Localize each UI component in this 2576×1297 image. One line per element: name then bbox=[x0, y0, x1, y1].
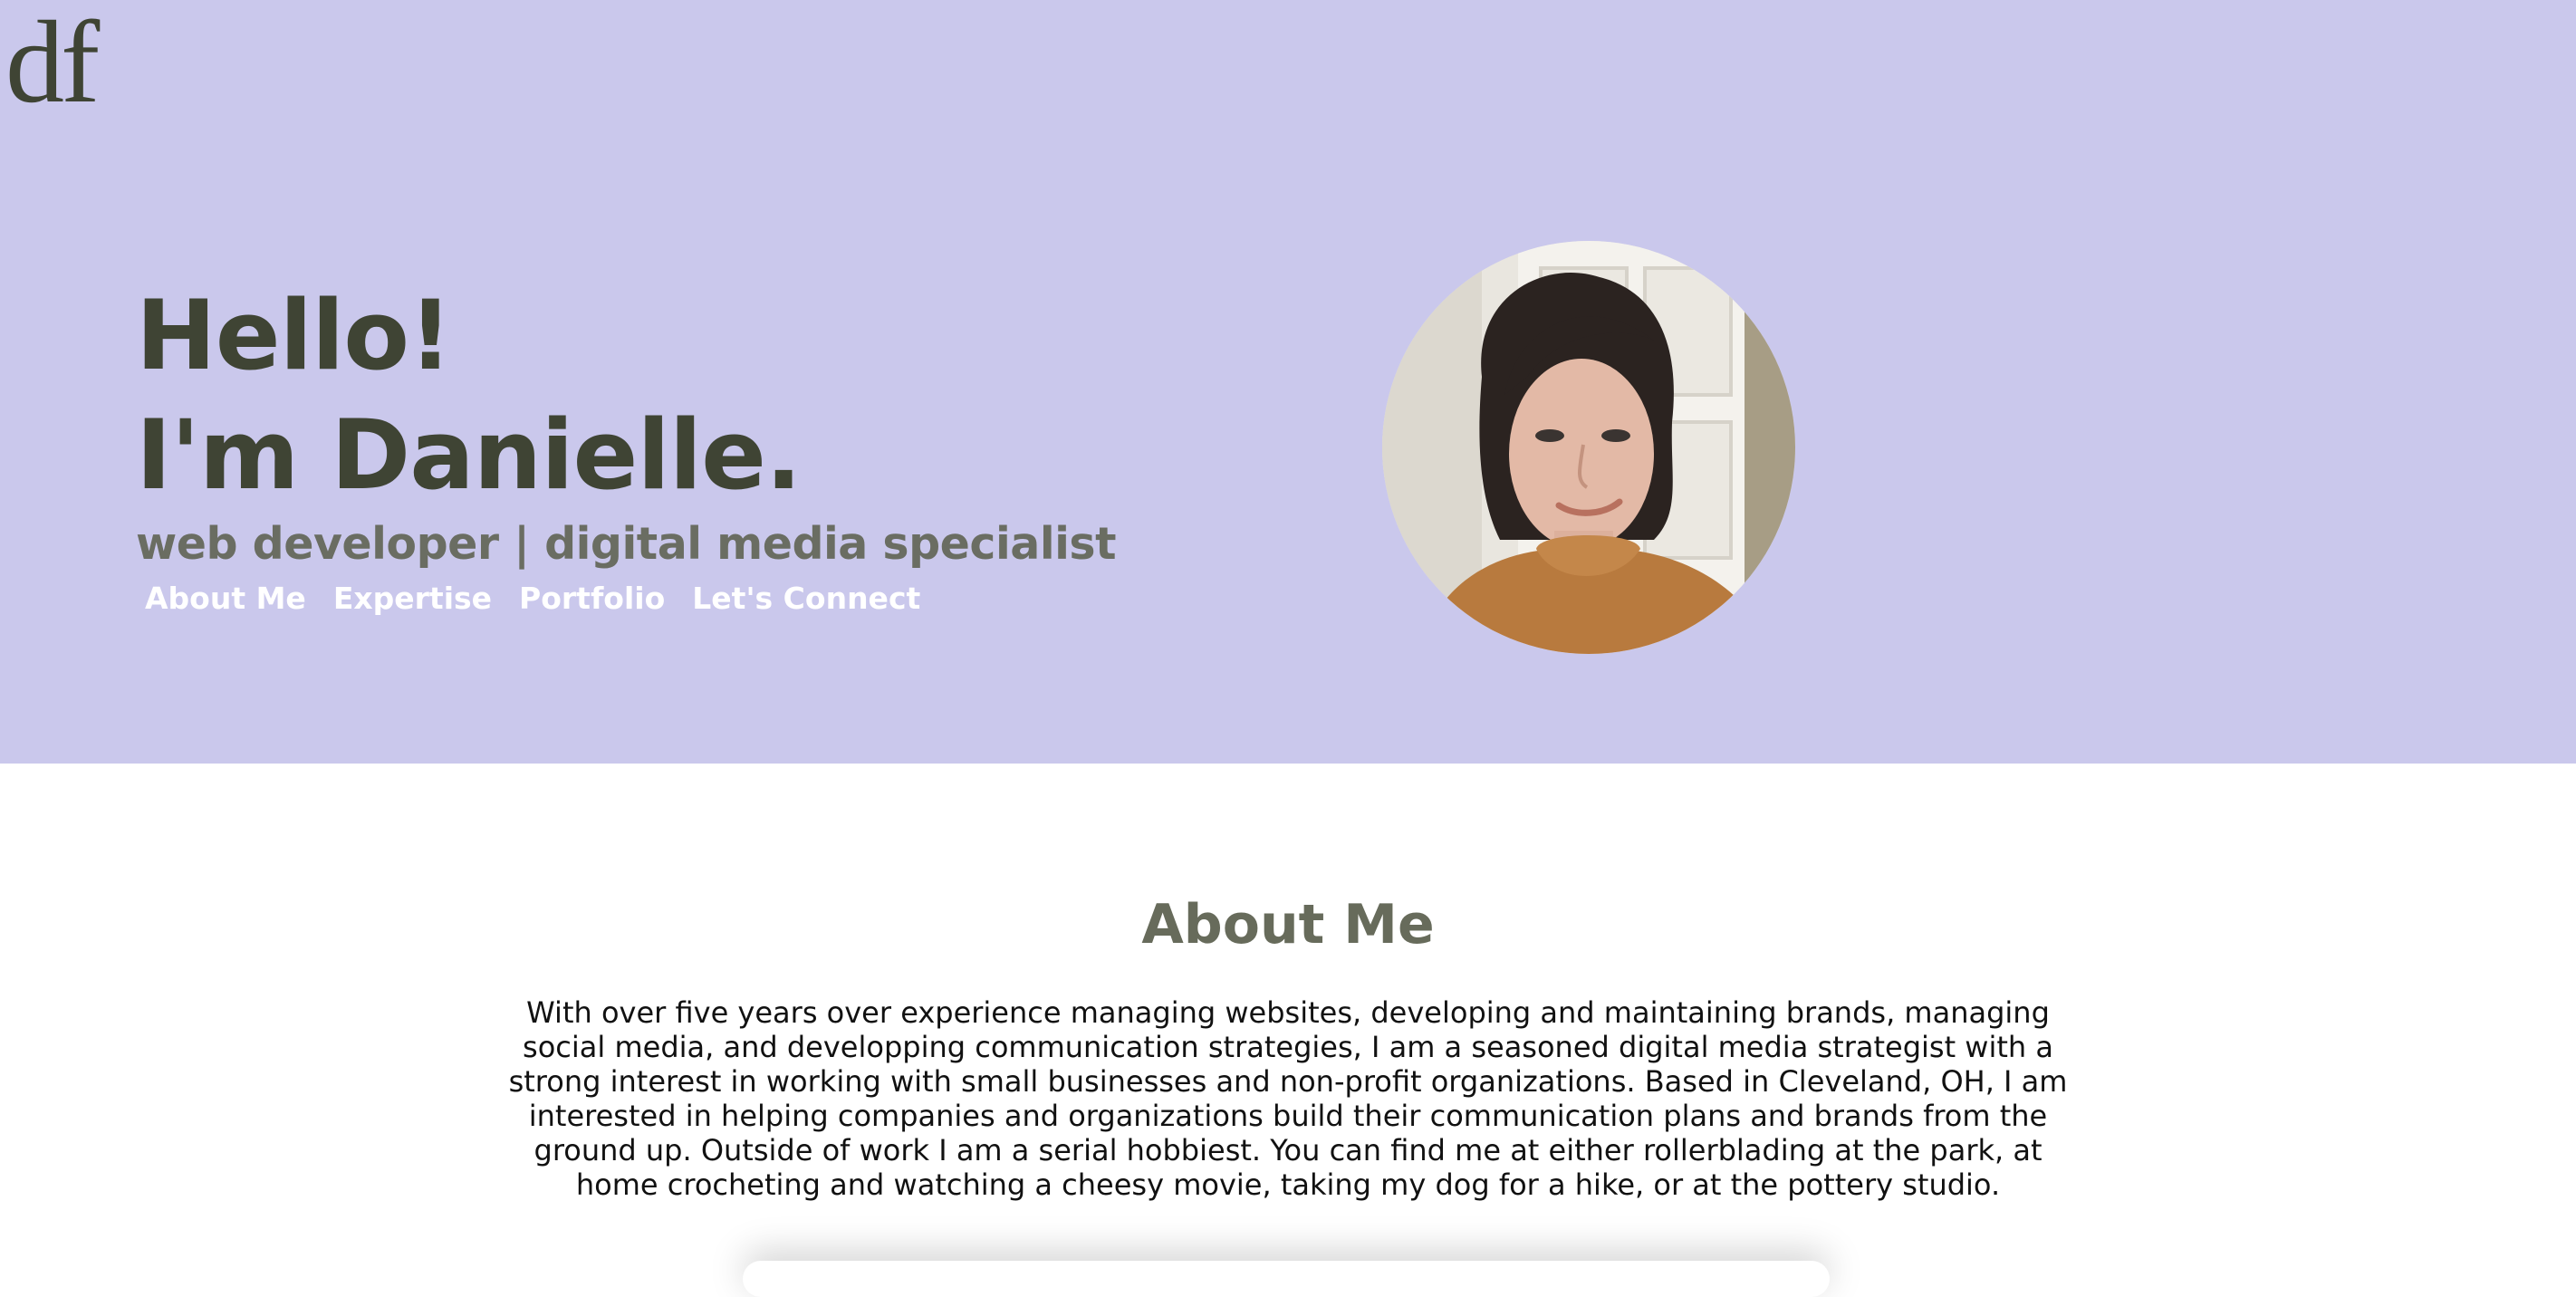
profile-photo bbox=[1382, 241, 1795, 654]
hero-greeting: Hello! I'm Danielle. bbox=[136, 276, 802, 515]
nav-link-lets-connect[interactable]: Let's Connect bbox=[692, 581, 920, 616]
site-logo[interactable]: df bbox=[5, 4, 100, 121]
nav-link-portfolio[interactable]: Portfolio bbox=[519, 581, 665, 616]
hero-section: df Hello! I'm Danielle. web developer | … bbox=[0, 0, 2576, 764]
hero-tagline: web developer | digital media specialist bbox=[136, 518, 1117, 570]
nav-link-expertise[interactable]: Expertise bbox=[333, 581, 492, 616]
greeting-line-name: I'm Danielle. bbox=[136, 399, 802, 511]
next-section-card bbox=[743, 1261, 1830, 1297]
about-section: About Me With over five years over exper… bbox=[0, 764, 2576, 1270]
about-description: With over five years over experience man… bbox=[508, 995, 2068, 1202]
greeting-line-hello: Hello! bbox=[136, 280, 452, 391]
main-nav: About Me Expertise Portfolio Let's Conne… bbox=[145, 581, 920, 616]
about-title: About Me bbox=[1141, 893, 1435, 956]
profile-photo-illustration bbox=[1382, 241, 1795, 654]
nav-link-about-me[interactable]: About Me bbox=[145, 581, 306, 616]
